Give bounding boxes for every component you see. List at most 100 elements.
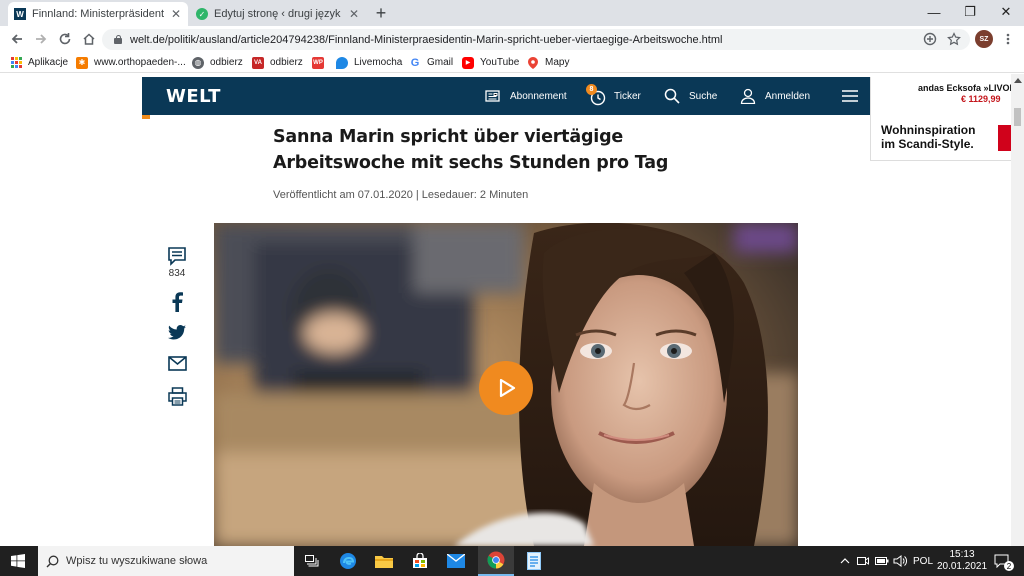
taskbar-search-box[interactable]: Wpisz tu wyszukiwane słowa [38, 546, 294, 576]
tab-strip: W Finnland: Ministerpräsidentin Ma ✕ ✓ E… [0, 0, 1024, 26]
restore-button[interactable]: ❐ [952, 0, 988, 24]
facebook-icon [172, 292, 183, 312]
ad-tagline-line-1: Wohninspiration [881, 123, 976, 137]
page-scrollbar[interactable] [1011, 74, 1024, 546]
livemocha-icon [336, 56, 348, 69]
video-play-button[interactable] [479, 361, 533, 415]
action-center-button[interactable]: 2 [994, 546, 1020, 576]
nav-label: Suche [689, 90, 718, 102]
bookmark-youtube[interactable]: ▶ YouTube [462, 55, 519, 70]
start-button[interactable] [0, 546, 36, 576]
menu-button[interactable] [999, 30, 1017, 48]
battery-icon [875, 557, 889, 565]
nav-suche[interactable]: Suche [664, 77, 717, 115]
reload-button[interactable] [56, 30, 74, 48]
clock[interactable]: 15:13 20.01.2021 [937, 546, 987, 576]
bookmark-label: YouTube [480, 57, 520, 68]
taskbar-chrome[interactable] [478, 546, 514, 576]
welt-favicon-icon: W [14, 8, 26, 20]
home-button[interactable] [80, 30, 98, 48]
close-window-button[interactable]: ✕ [988, 0, 1024, 24]
maps-pin-icon [527, 56, 539, 69]
new-tab-button[interactable]: + [372, 4, 390, 22]
forward-button[interactable] [32, 30, 50, 48]
volume-button[interactable] [893, 546, 907, 576]
bookmark-livemocha[interactable]: Livemocha [336, 55, 402, 70]
store-bag-icon [413, 553, 427, 568]
address-bar[interactable]: welt.de/politik/ausland/article204794238… [102, 29, 970, 50]
share-email-button[interactable] [166, 356, 188, 371]
clock-date: 20.01.2021 [936, 561, 988, 572]
taskbar-notepad[interactable] [516, 546, 552, 576]
bookmark-label: odbierz [270, 57, 303, 68]
battery-indicator[interactable] [875, 546, 889, 576]
nav-ticker[interactable]: 8 Ticker [586, 77, 641, 115]
bookmark-orthopaeden[interactable]: ✱ www.orthopaeden-... [76, 55, 186, 70]
article-meta: Veröffentlicht am 07.01.2020 | Lesedauer… [273, 189, 529, 201]
ad-product-name: andas Ecksofa »LIVOR [918, 83, 1017, 93]
tab-welt-article[interactable]: W Finnland: Ministerpräsidentin Ma ✕ [8, 2, 188, 26]
taskbar-store[interactable] [402, 546, 438, 576]
back-button[interactable] [8, 30, 26, 48]
nav-label: Abonnement [510, 90, 567, 102]
advertisement-banner[interactable]: andas Ecksofa »LIVOR € 1129,99 Wohninspi… [870, 77, 1016, 161]
apps-grid-icon [10, 57, 22, 69]
minimize-button[interactable]: — [916, 0, 952, 24]
taskbar-edge[interactable] [330, 546, 366, 576]
comment-icon [168, 247, 186, 266]
bookmark-wp[interactable]: WP [312, 55, 330, 70]
bookmark-aplikacje[interactable]: Aplikacje [10, 55, 68, 70]
ticker-clock-icon: 8 [586, 84, 606, 106]
chevron-up-icon [840, 558, 850, 564]
close-tab-icon[interactable]: ✕ [170, 7, 182, 21]
section-accent-bar [142, 115, 150, 119]
google-icon: G [410, 56, 420, 69]
bookmark-gmail[interactable]: G Gmail [409, 55, 453, 70]
lock-icon [114, 35, 122, 44]
tab-edytuj-strone[interactable]: ✓ Edytuj stronę ‹ drugi język - niem ✕ [190, 2, 366, 26]
bookmark-star-button[interactable] [945, 30, 963, 48]
browser-toolbar: welt.de/politik/ausland/article204794238… [0, 26, 1024, 52]
bookmark-mapy[interactable]: Mapy [527, 55, 569, 70]
comment-count: 834 [168, 268, 186, 279]
close-tab-icon[interactable]: ✕ [348, 7, 360, 21]
print-button[interactable] [166, 387, 188, 406]
clock-time: 15:13 [949, 549, 975, 560]
ad-red-tab[interactable] [998, 125, 1012, 151]
comments-button[interactable]: 834 [166, 246, 188, 279]
taskbar-file-explorer[interactable] [366, 546, 402, 576]
mail-envelope-icon [447, 554, 465, 568]
welt-header: WELT Abonnement 8 Ticker Suche Anmelden [142, 77, 870, 115]
taskbar-mail[interactable] [438, 546, 474, 576]
share-twitter-button[interactable] [166, 325, 188, 340]
play-icon [499, 378, 516, 398]
profile-avatar[interactable]: SZ [975, 30, 993, 48]
home-icon [83, 33, 95, 45]
article-video-thumbnail[interactable] [214, 223, 798, 546]
nav-abonnement[interactable]: Abonnement [485, 77, 567, 115]
hamburger-icon [842, 90, 858, 102]
meet-now-button[interactable] [857, 546, 869, 576]
newspaper-icon [485, 88, 501, 104]
hamburger-menu-button[interactable] [842, 77, 858, 115]
back-arrow-icon [11, 34, 22, 44]
taskbar-search-placeholder: Wpisz tu wyszukiwane słowa [66, 555, 208, 567]
welt-logo[interactable]: WELT [166, 86, 221, 107]
notification-count: 2 [1004, 561, 1014, 571]
scroll-up-arrow-icon[interactable] [1014, 78, 1022, 83]
bookmarks-bar: Aplikacje ✱ www.orthopaeden-... ◍ odbier… [0, 52, 1024, 73]
show-hidden-icons-button[interactable] [840, 546, 850, 576]
add-extension-button[interactable] [921, 30, 939, 48]
share-facebook-button[interactable] [166, 292, 188, 312]
bookmark-odbierz-1[interactable]: ◍ odbierz [192, 55, 243, 70]
nav-anmelden[interactable]: Anmelden [740, 77, 810, 115]
scrollbar-thumb[interactable] [1014, 108, 1021, 126]
nav-label: Anmelden [765, 90, 811, 102]
input-language-indicator[interactable]: POL [913, 546, 933, 576]
bookmark-label: www.orthopaeden-... [94, 57, 186, 68]
task-view-button[interactable] [294, 546, 330, 576]
bookmark-odbierz-2[interactable]: VA odbierz [252, 55, 303, 70]
vaper-icon: VA [252, 56, 264, 69]
wp-icon: WP [312, 56, 324, 69]
windows-taskbar: Wpisz tu wyszukiwane słowa POL 15:13 20.… [0, 546, 1024, 576]
